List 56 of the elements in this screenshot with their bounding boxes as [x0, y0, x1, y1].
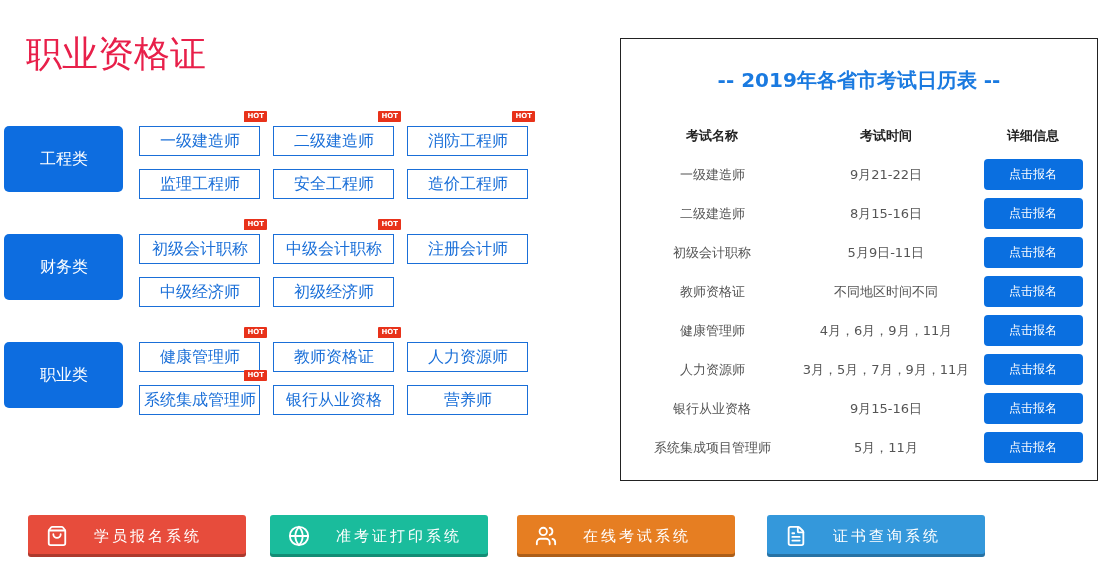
certificate-link[interactable]: 营养师: [407, 385, 528, 415]
category-button[interactable]: 工程类: [4, 126, 123, 192]
certificate-link[interactable]: 消防工程师: [407, 126, 528, 156]
certificate-link[interactable]: 监理工程师: [139, 169, 260, 199]
certificate-link[interactable]: 银行从业资格: [273, 385, 394, 415]
exam-time: 9月15-16日: [849, 399, 922, 418]
users-icon: [535, 525, 557, 547]
system-button[interactable]: 在线考试系统: [517, 515, 735, 557]
exam-name: 人力资源师: [679, 360, 745, 379]
exam-name: 银行从业资格: [673, 399, 751, 418]
register-button[interactable]: 点击报名: [983, 393, 1083, 424]
certificate-link[interactable]: 一级建造师: [139, 126, 260, 156]
exam-time: 9月21-22日: [849, 165, 922, 184]
column-header: 考试时间: [860, 126, 912, 145]
certificate-link[interactable]: 注册会计师: [407, 234, 528, 264]
register-button[interactable]: 点击报名: [983, 237, 1083, 268]
bag-icon: [46, 525, 68, 547]
exam-time: 3月，5月，7月，9月，11月: [802, 360, 970, 379]
certificate-link[interactable]: 教师资格证: [273, 342, 394, 372]
register-button[interactable]: 点击报名: [983, 198, 1083, 229]
certificate-link[interactable]: 健康管理师: [139, 342, 260, 372]
certificate-link[interactable]: 中级经济师: [139, 277, 260, 307]
document-icon: [785, 525, 807, 547]
column-header: 考试名称: [686, 126, 738, 145]
calendar-title: -- 2019年各省市考试日历表 --: [716, 67, 1002, 94]
exam-name: 二级建造师: [679, 204, 745, 223]
certificate-link[interactable]: 二级建造师: [273, 126, 394, 156]
register-button[interactable]: 点击报名: [983, 354, 1083, 385]
exam-name: 初级会计职称: [673, 243, 751, 262]
globe-icon: [288, 525, 310, 547]
certificate-link[interactable]: 造价工程师: [407, 169, 528, 199]
certificate-link[interactable]: 安全工程师: [273, 169, 394, 199]
register-button[interactable]: 点击报名: [983, 315, 1083, 346]
register-button[interactable]: 点击报名: [983, 276, 1083, 307]
exam-name: 健康管理师: [679, 321, 745, 340]
certificate-link[interactable]: 人力资源师: [407, 342, 528, 372]
column-header: 详细信息: [1007, 126, 1059, 145]
category-button[interactable]: 职业类: [4, 342, 123, 408]
category-button[interactable]: 财务类: [4, 234, 123, 300]
exam-time: 不同地区时间不同: [834, 282, 938, 301]
system-button[interactable]: 证书查询系统: [767, 515, 985, 557]
register-button[interactable]: 点击报名: [983, 432, 1083, 463]
page-title: 职业资格证: [26, 32, 206, 76]
exam-time: 5月9日-11日: [847, 243, 925, 262]
exam-name: 一级建造师: [679, 165, 745, 184]
register-button[interactable]: 点击报名: [983, 159, 1083, 190]
certificate-link[interactable]: 系统集成管理师: [139, 385, 260, 415]
certificate-link[interactable]: 初级经济师: [273, 277, 394, 307]
certificate-link[interactable]: 初级会计职称: [139, 234, 260, 264]
exam-time: 8月15-16日: [849, 204, 922, 223]
exam-time: 5月，11月: [854, 438, 918, 457]
system-button[interactable]: 学员报名系统: [28, 515, 246, 557]
exam-name: 教师资格证: [679, 282, 745, 301]
exam-time: 4月，6月，9月，11月: [819, 321, 953, 340]
exam-name: 系统集成项目管理师: [653, 438, 771, 457]
certificate-link[interactable]: 中级会计职称: [273, 234, 394, 264]
